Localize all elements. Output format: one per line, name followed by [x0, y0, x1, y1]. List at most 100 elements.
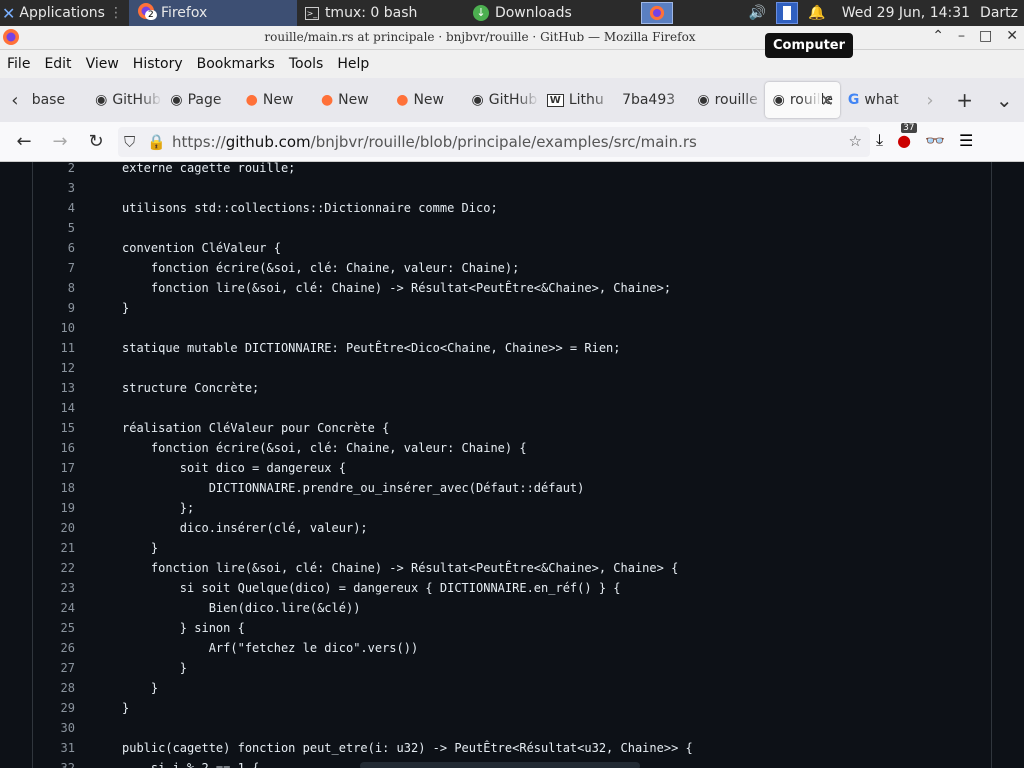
tab-what[interactable]: Gwhat [840, 82, 916, 118]
line-number[interactable]: 29 [33, 698, 75, 718]
clock[interactable]: Wed 29 Jun, 14:31 [842, 5, 970, 21]
tab-base[interactable]: base [30, 82, 88, 118]
minimize-window-icon[interactable]: ⌃ [932, 28, 944, 44]
extension-icon[interactable]: ● 37 [897, 122, 917, 150]
taskbar-tmux[interactable]: >_ tmux: 0 bash [297, 0, 465, 26]
lock-icon[interactable]: 🔒 [147, 133, 166, 151]
volume-icon[interactable]: 🔊 [749, 5, 766, 21]
battery-icon[interactable] [776, 2, 799, 24]
menu-help[interactable]: Help [330, 56, 376, 72]
line-number[interactable]: 25 [33, 618, 75, 638]
line-number[interactable]: 21 [33, 538, 75, 558]
user-name[interactable]: Dartz [980, 5, 1018, 21]
line-number[interactable]: 10 [33, 318, 75, 338]
code-line: 19 }; [33, 498, 991, 518]
line-number[interactable]: 31 [33, 738, 75, 758]
tab-scroll-left-icon[interactable]: ‹ [0, 90, 30, 111]
new-tab-icon[interactable]: + [945, 88, 985, 112]
code-viewer: 2 externe cagette rouille; 3 4 utilisons std… [32, 162, 992, 768]
line-number[interactable]: 12 [33, 358, 75, 378]
tab-github-2[interactable]: ◉ GitHub [464, 82, 539, 118]
line-number[interactable]: 4 [33, 198, 75, 218]
maximize-icon[interactable]: □ [979, 28, 992, 44]
taskbar-downloads[interactable]: ↓ Downloads [465, 0, 635, 26]
tab-github-1[interactable]: ◉ GitHub [87, 82, 163, 118]
line-number[interactable]: 26 [33, 638, 75, 658]
url-bar[interactable]: ⛉ 🔒 https://github.com/bnjbvr/rouille/bl… [118, 127, 870, 157]
line-number[interactable]: 20 [33, 518, 75, 538]
minimize-icon[interactable]: – [958, 28, 965, 44]
firefox-icon: ● [245, 92, 258, 108]
code-text: fonction lire(&soi, clé: Chaine) -> Résu… [122, 561, 679, 575]
line-number[interactable]: 8 [33, 278, 75, 298]
line-number[interactable]: 17 [33, 458, 75, 478]
github-icon: ◉ [772, 92, 785, 108]
horizontal-scrollbar[interactable] [360, 762, 640, 768]
line-number[interactable]: 15 [33, 418, 75, 438]
tab-rouille-active[interactable]: ◉rouille✕ [764, 82, 840, 118]
menu-history[interactable]: History [126, 56, 190, 72]
code-text: } sinon { [122, 621, 245, 635]
line-number[interactable]: 5 [33, 218, 75, 238]
notification-bell-icon[interactable]: 🔔 [808, 5, 825, 21]
line-number[interactable]: 30 [33, 718, 75, 738]
forward-icon[interactable]: → [42, 131, 78, 152]
code-line: 2 externe cagette rouille; [33, 162, 991, 178]
line-number[interactable]: 28 [33, 678, 75, 698]
code-line: 25 } sinon { [33, 618, 991, 638]
taskbar-firefox[interactable]: 2 Firefox [128, 0, 297, 26]
tab-new-2[interactable]: ● New [313, 82, 389, 118]
url-host: github.com [225, 133, 311, 151]
back-icon[interactable]: ← [6, 131, 42, 152]
line-number[interactable]: 23 [33, 578, 75, 598]
line-number[interactable]: 24 [33, 598, 75, 618]
line-number[interactable]: 11 [33, 338, 75, 358]
reload-icon[interactable]: ↻ [78, 131, 114, 152]
code-text: utilisons std::collections::Dictionnaire… [122, 201, 498, 215]
line-number[interactable]: 27 [33, 658, 75, 678]
menu-bookmarks[interactable]: Bookmarks [190, 56, 282, 72]
close-tab-icon[interactable]: ✕ [821, 91, 834, 110]
line-number[interactable]: 18 [33, 478, 75, 498]
extension-glasses-icon[interactable]: 👓 [925, 131, 945, 150]
menu-tools[interactable]: Tools [282, 56, 331, 72]
url-prefix: https:// [171, 133, 226, 151]
line-number[interactable]: 16 [33, 438, 75, 458]
tab-commit[interactable]: 7ba493 [614, 82, 690, 118]
window-count-badge: 2 [144, 10, 157, 20]
tab-new-3[interactable]: ● New [388, 82, 464, 118]
tab-rouille-1[interactable]: ◉ rouille [689, 82, 765, 118]
tab-page[interactable]: ◉ Page [162, 82, 238, 118]
code-line: 23 si soit Quelque(dico) = dangereux { D… [33, 578, 991, 598]
code-text: externe cagette rouille; [122, 162, 296, 175]
line-number[interactable]: 2 [33, 162, 75, 178]
list-all-tabs-icon[interactable]: ⌄ [984, 88, 1024, 112]
line-number[interactable]: 7 [33, 258, 75, 278]
menu-file[interactable]: File [0, 56, 37, 72]
shield-icon[interactable]: ⛉ [124, 133, 135, 151]
close-window-icon[interactable]: ✕ [1006, 28, 1018, 44]
tab-new-1[interactable]: ● New [238, 82, 313, 118]
line-number[interactable]: 22 [33, 558, 75, 578]
line-number[interactable]: 19 [33, 498, 75, 518]
bookmark-star-icon[interactable]: ☆ [849, 132, 862, 150]
workspace-firefox-thumbnail[interactable] [640, 2, 673, 24]
code-line: 9} [33, 298, 991, 318]
tab-lithu[interactable]: W Lithu [539, 82, 615, 118]
line-number[interactable]: 13 [33, 378, 75, 398]
line-number[interactable]: 3 [33, 178, 75, 198]
menu-view[interactable]: View [79, 56, 126, 72]
code-line: 13 structure Concrète; [33, 378, 991, 398]
code-text: fonction écrire(&soi, clé: Chaine, valeu… [122, 261, 520, 275]
menu-edit[interactable]: Edit [37, 56, 78, 72]
code-line: 14 [33, 398, 991, 418]
line-number[interactable]: 32 [33, 758, 75, 768]
downloads-icon[interactable]: ⤓ [876, 130, 883, 150]
line-number[interactable]: 14 [33, 398, 75, 418]
code-text: réalisation CléValeur pour Concrète { [122, 421, 390, 435]
tab-scroll-right-icon[interactable]: › [915, 90, 945, 111]
line-number[interactable]: 6 [33, 238, 75, 258]
line-number[interactable]: 9 [33, 298, 75, 318]
app-menu-icon[interactable]: ☰ [959, 131, 973, 150]
applications-menu[interactable]: ✕ Applications ⋮ [0, 0, 129, 26]
